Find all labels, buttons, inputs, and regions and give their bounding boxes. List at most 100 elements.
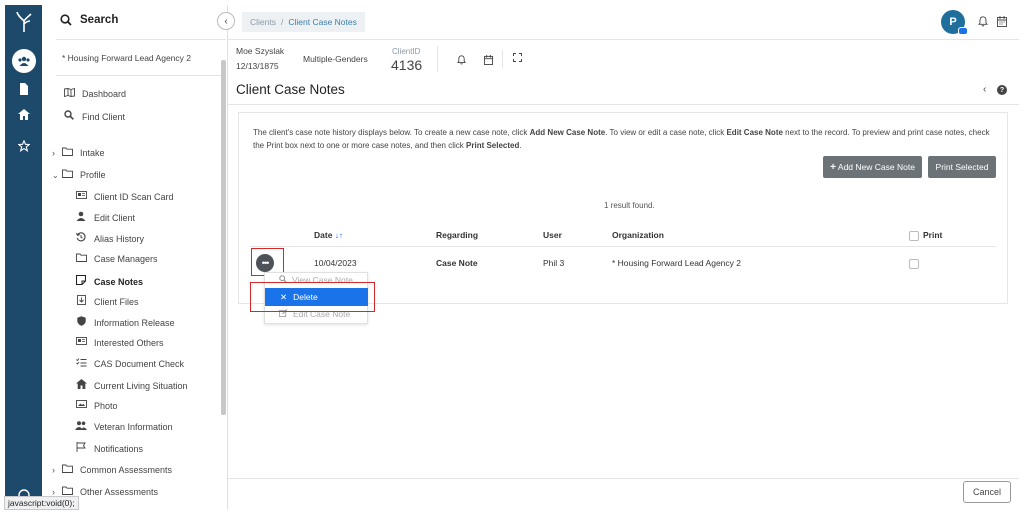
sidebar-item-label: Veteran Information xyxy=(94,422,173,432)
users-icon xyxy=(74,421,88,433)
page-title: Client Case Notes xyxy=(236,82,345,97)
folder-open-icon xyxy=(60,169,74,181)
divider xyxy=(228,104,1019,105)
client-name: Moe Szyslak xyxy=(236,46,285,56)
checklist-icon xyxy=(74,358,88,370)
calendar-icon[interactable] xyxy=(997,16,1007,29)
home-icon[interactable] xyxy=(5,109,42,122)
sidebar-item-edit-client[interactable]: Edit Client xyxy=(74,211,135,224)
document-icon[interactable] xyxy=(5,83,42,97)
row-print-checkbox[interactable] xyxy=(909,259,919,269)
sidebar-item-label: Information Release xyxy=(94,317,175,328)
table-divider xyxy=(250,246,996,247)
sidebar-item-information-release[interactable]: Information Release xyxy=(74,316,175,329)
sidebar-item-label: Case Managers xyxy=(94,254,158,264)
sidebar-item-label: Dashboard xyxy=(82,89,127,99)
sidebar-item-label: Client Files xyxy=(94,296,139,307)
sidebar-item-label: Other Assessments xyxy=(80,487,159,497)
sidebar-item-label: Current Living Situation xyxy=(94,380,188,391)
client-id-value: 4136 xyxy=(391,57,423,73)
print-selected-button[interactable]: Print Selected xyxy=(928,156,996,178)
sidebar-item-profile[interactable]: ⌄ Profile xyxy=(52,169,106,181)
sidebar-item-photo[interactable]: Photo xyxy=(74,400,118,411)
sidebar-item-notifications[interactable]: Notifications xyxy=(74,442,143,455)
sidebar-item-label: Alias History xyxy=(94,233,145,244)
highlight-box xyxy=(250,282,375,312)
search-label: Search xyxy=(80,14,119,26)
history-icon xyxy=(74,232,88,245)
sidebar-item-common-assessments[interactable]: › Common Assessments xyxy=(52,464,172,476)
sidebar-search[interactable]: Search xyxy=(60,14,118,26)
sidebar-item-label: Notifications xyxy=(94,443,144,454)
column-header-label: Date xyxy=(314,230,333,240)
breadcrumb: Clients / Client Case Notes xyxy=(242,12,365,32)
print-all-checkbox[interactable] xyxy=(909,231,919,241)
folder-icon xyxy=(60,147,74,159)
sidebar-item-interested-others[interactable]: Interested Others xyxy=(74,337,164,348)
row-organization: * Housing Forward Lead Agency 2 xyxy=(612,258,741,268)
top-bar: Clients / Client Case Notes xyxy=(228,5,1019,40)
result-count: 1 result found. xyxy=(604,201,655,210)
column-header-user: User xyxy=(543,230,562,240)
sidebar-item-label: Edit Client xyxy=(94,212,136,223)
sidebar-item-label: Client ID Scan Card xyxy=(94,191,174,202)
divider xyxy=(56,39,226,40)
sidebar-item-veteran-information[interactable]: Veteran Information xyxy=(74,421,173,433)
sidebar-item-intake[interactable]: › Intake xyxy=(52,147,105,159)
column-header-print: Print xyxy=(923,230,943,240)
row-date: 10/04/2023 xyxy=(314,258,357,268)
app-rail xyxy=(5,5,42,510)
app-logo-icon[interactable] xyxy=(5,11,42,35)
map-icon xyxy=(62,87,76,100)
column-header-regarding: Regarding xyxy=(436,230,479,240)
client-dob: 12/13/1875 xyxy=(236,61,279,71)
divider xyxy=(56,75,226,76)
notifications-bell-icon[interactable] xyxy=(978,16,988,29)
breadcrumb-separator: / xyxy=(280,17,284,27)
avatar-badge xyxy=(958,27,968,35)
clients-icon[interactable] xyxy=(5,49,42,73)
expand-icon[interactable] xyxy=(513,53,522,64)
description-bold: Edit Case Note xyxy=(726,128,783,137)
client-alerts-bell-icon[interactable] xyxy=(456,55,467,67)
contact-card-icon xyxy=(74,337,88,348)
help-icon[interactable]: ? xyxy=(997,85,1007,95)
row-user: Phil 3 xyxy=(543,258,565,268)
star-icon[interactable] xyxy=(5,139,42,154)
sidebar-item-dashboard[interactable]: Dashboard xyxy=(62,87,127,100)
sidebar-item-client-files[interactable]: Client Files xyxy=(74,295,139,308)
sidebar-item-find-client[interactable]: Find Client xyxy=(62,110,125,123)
chevron-right-icon: › xyxy=(52,465,55,475)
cancel-button-label: Cancel xyxy=(972,487,1001,497)
sidebar-item-case-managers[interactable]: Case Managers xyxy=(74,253,158,265)
divider xyxy=(502,50,503,68)
client-calendar-icon[interactable] xyxy=(484,55,493,67)
sidebar-item-case-notes[interactable]: Case Notes xyxy=(74,274,143,288)
sidebar-item-client-id-scan-card[interactable]: Client ID Scan Card xyxy=(74,191,174,202)
id-card-icon xyxy=(74,191,88,202)
breadcrumb-current: Client Case Notes xyxy=(288,17,357,27)
print-button-label: Print Selected xyxy=(935,162,989,172)
sort-descending-icon[interactable]: ↓↑ xyxy=(335,231,343,240)
sidebar-item-cas-document-check[interactable]: CAS Document Check xyxy=(74,358,184,370)
browser-status-bar: javascript:void(0); xyxy=(4,496,79,510)
user-icon xyxy=(74,211,88,224)
search-icon xyxy=(62,110,76,123)
home-icon xyxy=(74,379,88,392)
column-header-organization: Organization xyxy=(612,230,664,240)
breadcrumb-clients-link[interactable]: Clients xyxy=(250,17,276,27)
column-header-date[interactable]: Date ↓↑ xyxy=(314,230,343,240)
avatar-letter: P xyxy=(949,16,957,28)
agency-label: * Housing Forward Lead Agency 2 xyxy=(62,53,191,63)
cancel-button[interactable]: Cancel xyxy=(963,481,1011,503)
folder-icon xyxy=(74,253,88,265)
sidebar-item-current-living-situation[interactable]: Current Living Situation xyxy=(74,379,188,392)
sidebar-item-alias-history[interactable]: Alias History xyxy=(74,232,144,245)
collapse-panel-chevron-icon[interactable]: ‹ xyxy=(983,84,986,95)
sidebar-item-label: Interested Others xyxy=(94,337,164,348)
sidebar-scrollbar[interactable] xyxy=(221,60,226,415)
sidebar-item-label: Photo xyxy=(94,400,118,411)
description-text: . xyxy=(519,141,522,150)
add-new-case-note-button[interactable]: + Add New Case Note xyxy=(823,156,922,178)
image-icon xyxy=(74,400,88,411)
